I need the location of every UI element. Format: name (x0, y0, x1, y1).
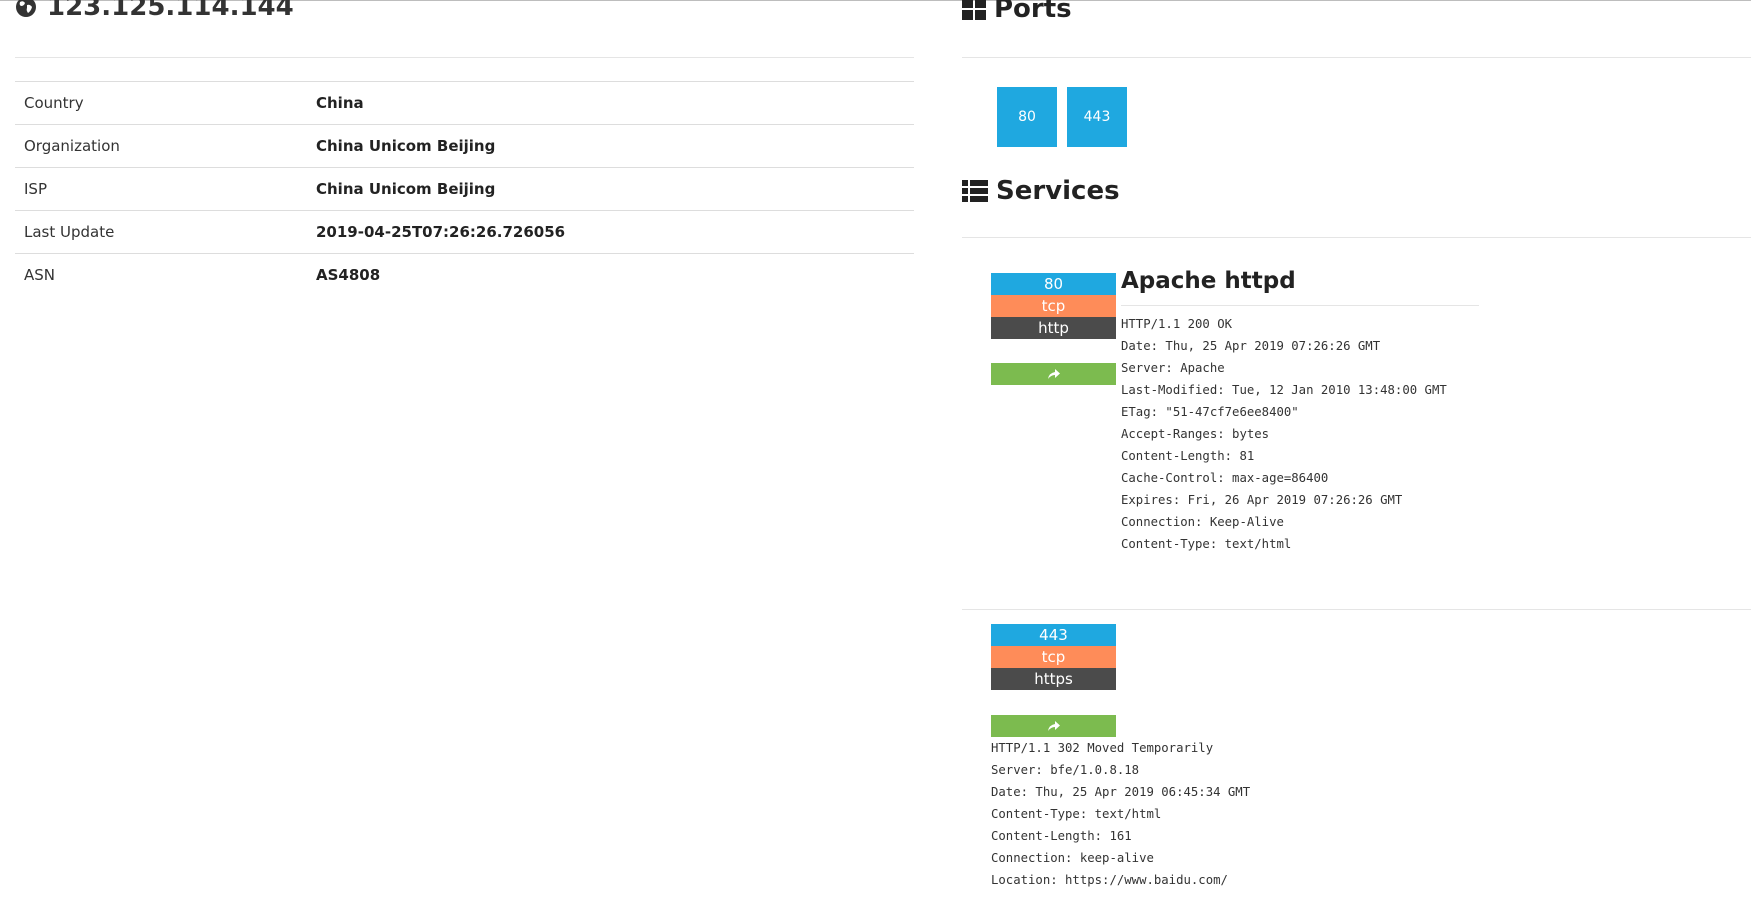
row-value: China Unicom Beijing (307, 167, 914, 211)
divider (15, 57, 914, 58)
share-button[interactable] (991, 363, 1116, 385)
row-value: China (307, 81, 914, 125)
share-icon (1047, 369, 1060, 379)
port-tile-443[interactable]: 443 (1067, 87, 1127, 147)
port-number: 443 (1083, 109, 1111, 125)
service-banner: HTTP/1.1 302 Moved Temporarily Server: b… (991, 741, 1251, 887)
row-key: Last Update (15, 210, 307, 254)
table-row: Organization China Unicom Beijing (15, 124, 914, 168)
service-transport: tcp (991, 295, 1116, 317)
th-large-icon (962, 0, 986, 20)
row-key: Country (15, 81, 307, 125)
host-info-table: Country China Organization China Unicom … (15, 81, 914, 296)
row-value: China Unicom Beijing (307, 124, 914, 168)
service-badges: 80 tcp http (991, 273, 1116, 339)
service-banner: HTTP/1.1 200 OK Date: Thu, 25 Apr 2019 0… (1121, 317, 1447, 551)
row-key: Organization (15, 124, 307, 168)
table-row: ASN AS4808 (15, 253, 914, 296)
globe-icon (16, 0, 36, 17)
share-icon (1047, 721, 1060, 731)
share-button[interactable] (991, 715, 1116, 737)
host-ip: 123.125.114.144 (47, 0, 294, 22)
th-list-icon (962, 180, 988, 202)
service-port: 80 (991, 273, 1116, 295)
divider (962, 237, 1751, 238)
table-row: Country China (15, 81, 914, 125)
services-title: Services (996, 176, 1120, 206)
ports-heading: Ports (962, 0, 1072, 24)
divider (1121, 305, 1479, 306)
service-product-title: Apache httpd (1121, 268, 1296, 294)
port-number: 80 (1018, 109, 1036, 125)
port-tile-80[interactable]: 80 (997, 87, 1057, 147)
ports-title: Ports (994, 0, 1072, 24)
service-badges: 443 tcp https (991, 624, 1116, 690)
table-row: ISP China Unicom Beijing (15, 167, 914, 211)
host-title: 123.125.114.144 (15, 0, 294, 22)
table-row: Last Update 2019-04-25T07:26:26.726056 (15, 210, 914, 254)
service-port: 443 (991, 624, 1116, 646)
row-key: ASN (15, 253, 307, 296)
row-key: ISP (15, 167, 307, 211)
service-transport: tcp (991, 646, 1116, 668)
divider (962, 609, 1751, 610)
service-module: https (991, 668, 1116, 690)
service-module: http (991, 317, 1116, 339)
row-value: AS4808 (307, 253, 914, 296)
services-heading: Services (962, 176, 1120, 206)
divider (962, 57, 1751, 58)
row-value: 2019-04-25T07:26:26.726056 (307, 210, 914, 254)
